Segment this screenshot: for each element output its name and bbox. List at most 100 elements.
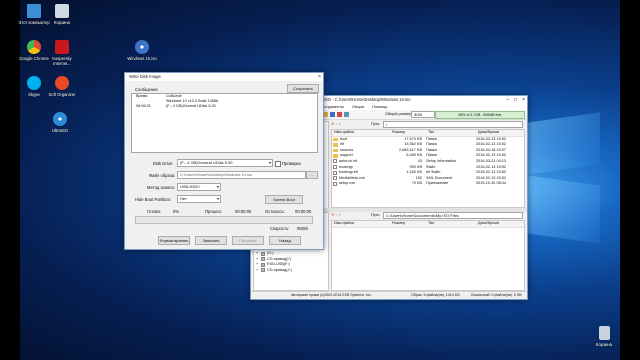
iso-path-bar: ✕ ↑ ✓ Путь: / (331, 121, 523, 128)
speed-value: 0KB/s (297, 226, 309, 231)
iso-file-row[interactable]: setup.exe 79 KB Приложение 2015-10-30 08:44 (332, 181, 524, 187)
file-type: Приложение (426, 181, 449, 186)
back-button[interactable]: Назад (269, 236, 301, 245)
burn-icon[interactable] (337, 112, 342, 117)
folder-icon (333, 143, 338, 147)
abort-button[interactable]: Прервать (232, 236, 264, 245)
done-label: Готово: (147, 209, 162, 214)
drive-tree-item[interactable]: + CD-привод(J:) (256, 268, 292, 274)
skype-icon (27, 76, 41, 90)
write-button[interactable]: Записать (195, 236, 227, 245)
folder-icon (333, 137, 338, 142)
desktop-icon-soft-organizer[interactable]: Soft Organizer (45, 76, 79, 97)
disk-drive-select[interactable]: (F:, 4 GB)General UDisk 5.00 ▾ (177, 159, 273, 167)
local-file-list: Имя файла Размер Тип Дата/Время (331, 220, 525, 291)
local-nav-icons[interactable]: ✕ ↑ ✓ (331, 212, 371, 218)
file-name-cell: setup.exe (332, 181, 390, 187)
hide-boot-label: Hide Boot Partition: (135, 197, 172, 202)
col-type[interactable]: Тип (428, 130, 478, 136)
remaining-label: Осталось: (265, 209, 285, 214)
col-date[interactable]: Дата/Время (478, 221, 524, 227)
folder-icon (333, 148, 338, 153)
xpress-boot-button[interactable]: Xpress Boot (265, 195, 303, 204)
status-image: Образ: 5 файла(ов), 1414 KB (411, 293, 460, 297)
wallpaper-logo-pane (520, 174, 600, 244)
image-file-label: Файл образа: (149, 173, 176, 178)
desktop-icon-windows-iso[interactable]: Windows 10.iso (125, 40, 159, 61)
local-path-label: Путь: (371, 213, 381, 217)
window-controls: – □ × (506, 96, 525, 104)
col-type[interactable]: Тип (428, 221, 478, 227)
browse-button[interactable]: … (306, 171, 318, 179)
drive-icon (261, 262, 265, 267)
drive-tree: + (G:) + CD-привод(I:) + ESD-USB(F:) + CD-приво… (256, 251, 292, 273)
local-path-bar: ✕ ↑ ✓ Путь: C:\Users\Home\Documents\My I… (331, 212, 523, 219)
drive-icon (261, 251, 265, 256)
file-name: setup.exe (339, 181, 356, 186)
desktop-icon-recycle-bin[interactable]: Корзина (587, 326, 621, 347)
iso-file-list-header: Имя файла Размер Тип Дата/Время (332, 130, 524, 137)
desktop-icon-kaspersky[interactable]: Kaspersky Internet... (45, 40, 79, 66)
chrome-icon (27, 40, 41, 54)
col-name[interactable]: Имя файла (332, 130, 392, 136)
maximize-button[interactable]: □ (514, 96, 517, 104)
chevron-down-icon: ▾ (216, 196, 219, 201)
desktop-icon-ultraiso[interactable]: UltraISO (43, 112, 77, 133)
file-size: 79 KB (411, 181, 422, 186)
verify-checkbox[interactable] (275, 161, 281, 167)
dialog-titlebar: Write Disk Image × (125, 73, 323, 81)
chevron-down-icon: ▾ (216, 184, 219, 189)
dialog-controls: × (318, 73, 321, 81)
iso-file-list: Имя файла Размер Тип Дата/Время boot 17,6… (331, 129, 525, 208)
col-size[interactable]: Размер (392, 130, 428, 136)
iso-file-icon (135, 40, 149, 54)
write-disk-image-dialog: Write Disk Image × Сообщение Сохранить В… (124, 72, 324, 250)
nav-icons[interactable]: ✕ ↑ ✓ (331, 121, 371, 127)
ultraiso-statusbar: Авторские права (c)2002-2016 EZB Systems… (251, 291, 527, 299)
status-copyright: Авторские права (c)2002-2016 EZB Systems… (291, 293, 372, 297)
col-date[interactable]: Дата/Время (478, 130, 524, 136)
close-button[interactable]: × (318, 73, 321, 81)
recycle-bin-icon (598, 326, 610, 340)
chevron-down-icon: ▾ (268, 160, 271, 165)
disc-icon (53, 112, 67, 126)
iso-path-label: Путь: (371, 122, 381, 126)
hide-boot-select[interactable]: Нет ▾ (177, 195, 221, 203)
message-log: Время Событие Windows 10 v10.0 Build 105… (131, 93, 318, 153)
total-size-label: Общий размер: (385, 112, 413, 116)
capacity-bar: 89% of 4.7GB - 500MB free (435, 111, 525, 119)
iso-path-input[interactable]: / (383, 121, 523, 128)
drive-label: CD-привод(J:) (267, 267, 292, 272)
file-icon (333, 159, 337, 164)
log-row: 08:06:31 (F:, 4 GB)General UDisk 5.00 (136, 104, 216, 108)
local-path-input[interactable]: C:\Users\Home\Documents\My ISO Files (383, 212, 523, 219)
col-name[interactable]: Имя файла (332, 221, 392, 227)
kaspersky-icon (55, 40, 69, 54)
minimize-button[interactable]: – (506, 96, 509, 104)
close-button[interactable]: × (522, 96, 525, 104)
verify-label: Проверка (282, 161, 301, 166)
file-icon (333, 165, 337, 170)
desktop-icon-recycle-bin-top[interactable]: Корзина (45, 4, 79, 25)
speed-label: Скорость: (270, 226, 290, 231)
mount-icon[interactable] (344, 112, 349, 117)
write-method-select[interactable]: USB-HDD+ ▾ (177, 183, 221, 191)
image-file-input[interactable]: C:\Users\Home\Desktop\Windows 10.iso (177, 171, 306, 179)
message-label: Сообщение (135, 87, 158, 92)
capacity-text: 89% of 4.7GB - 500MB free (458, 113, 502, 117)
write-progress-bar (135, 216, 313, 224)
file-icon (333, 176, 337, 181)
write-method-label: Метод записи: (147, 185, 175, 190)
format-button[interactable]: Форматировать (158, 236, 190, 245)
right-pillar (620, 0, 640, 360)
toolbar-icons (323, 112, 349, 117)
save-icon[interactable] (330, 112, 335, 117)
folder-icon (333, 154, 338, 158)
disk-drive-label: Disk Drive: (153, 161, 174, 166)
expand-icon[interactable]: + (256, 268, 260, 274)
recycle-bin-icon (55, 4, 69, 18)
status-local: Локальный: 0 файла(ов), 0 KB (471, 293, 522, 297)
save-log-button[interactable]: Сохранить (287, 84, 319, 93)
soft-organizer-icon (55, 76, 69, 90)
col-size[interactable]: Размер (392, 221, 428, 227)
